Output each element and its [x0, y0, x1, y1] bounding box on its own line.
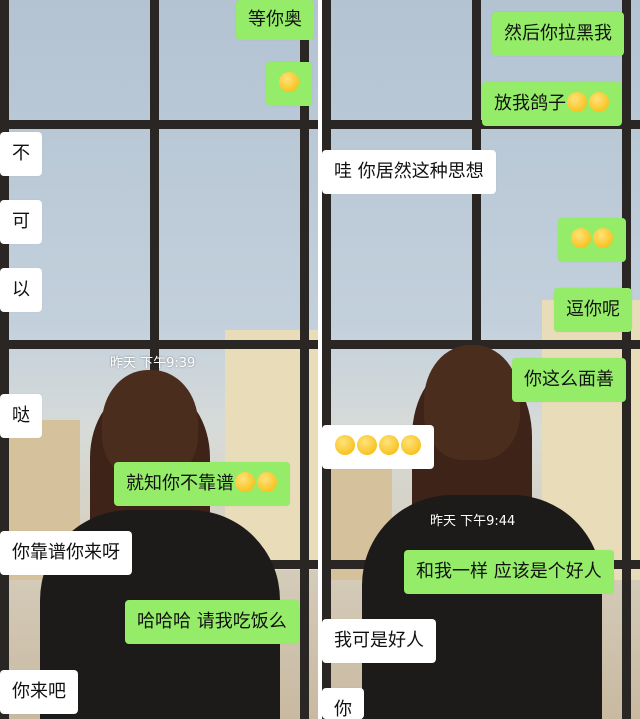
message-text: 哈哈哈 请我吃饭么 [137, 611, 287, 632]
face-emoji-icon [401, 435, 421, 455]
message-text: 你来吧 [12, 681, 66, 702]
message-bubble[interactable]: 你这么面善 [512, 358, 626, 402]
face-emoji-icon [379, 435, 399, 455]
left-chat-panel: 昨天 下午9:39 等你奥 不 可 以 哒 就知你不靠谱 你靠谱你来呀 哈哈哈 … [0, 0, 318, 719]
face-emoji-icon [589, 92, 609, 112]
message-bubble[interactable]: 逗你呢 [554, 288, 632, 332]
message-bubble[interactable]: 不 [0, 132, 42, 176]
message-text: 你靠谱你来呀 [12, 542, 120, 563]
right-chat-panel: 昨天 下午9:44 然后你拉黑我 放我鸽子 哇 你居然这种思想 逗你呢 你这么面… [322, 0, 640, 719]
chat-timestamp: 昨天 下午9:39 [110, 356, 196, 371]
chat-timestamp: 昨天 下午9:44 [430, 514, 516, 529]
message-bubble[interactable]: 我可是好人 [322, 619, 436, 663]
laugh-cry-emoji-icon [257, 472, 277, 492]
message-text: 就知你不靠谱 [126, 473, 234, 494]
message-bubble[interactable] [266, 62, 312, 106]
message-bubble[interactable]: 哒 [0, 394, 42, 438]
emoji-face-icon [279, 72, 299, 92]
message-bubble[interactable]: 放我鸽子 [482, 82, 622, 126]
window-frame [0, 120, 318, 129]
message-text: 以 [12, 279, 30, 300]
message-text: 我可是好人 [334, 630, 424, 651]
window-frame [0, 340, 318, 349]
message-text: 不 [12, 143, 30, 164]
cry-emoji-icon [567, 92, 587, 112]
laugh-cry-emoji-icon [235, 472, 255, 492]
face-emoji-icon [335, 435, 355, 455]
message-bubble[interactable]: 你 [322, 688, 364, 719]
laugh-cry-emoji-icon [593, 228, 613, 248]
message-text: 然后你拉黑我 [504, 23, 612, 44]
message-bubble[interactable] [558, 218, 626, 262]
message-text: 哒 [12, 405, 30, 426]
message-text: 你这么面善 [524, 369, 614, 390]
message-bubble[interactable]: 就知你不靠谱 [114, 462, 290, 506]
message-text: 逗你呢 [566, 299, 620, 320]
message-bubble[interactable] [322, 425, 434, 469]
message-bubble[interactable]: 哈哈哈 请我吃饭么 [125, 600, 299, 644]
message-bubble[interactable]: 然后你拉黑我 [492, 12, 624, 56]
window-frame [322, 0, 331, 719]
message-bubble[interactable]: 哇 你居然这种思想 [322, 150, 496, 194]
laugh-cry-emoji-icon [571, 228, 591, 248]
message-text: 等你奥 [248, 9, 302, 30]
message-bubble[interactable]: 和我一样 应该是个好人 [404, 550, 614, 594]
message-text: 和我一样 应该是个好人 [416, 561, 602, 582]
message-text: 放我鸽子 [494, 93, 566, 114]
message-text: 哇 你居然这种思想 [334, 161, 484, 182]
message-text: 你 [334, 699, 352, 719]
face-emoji-icon [357, 435, 377, 455]
message-bubble[interactable]: 以 [0, 268, 42, 312]
message-bubble[interactable]: 你来吧 [0, 670, 78, 714]
message-bubble[interactable]: 可 [0, 200, 42, 244]
message-bubble[interactable]: 你靠谱你来呀 [0, 531, 132, 575]
message-bubble[interactable]: 等你奥 [236, 0, 314, 40]
window-frame [300, 0, 309, 719]
message-text: 可 [12, 211, 30, 232]
window-frame [0, 0, 9, 719]
